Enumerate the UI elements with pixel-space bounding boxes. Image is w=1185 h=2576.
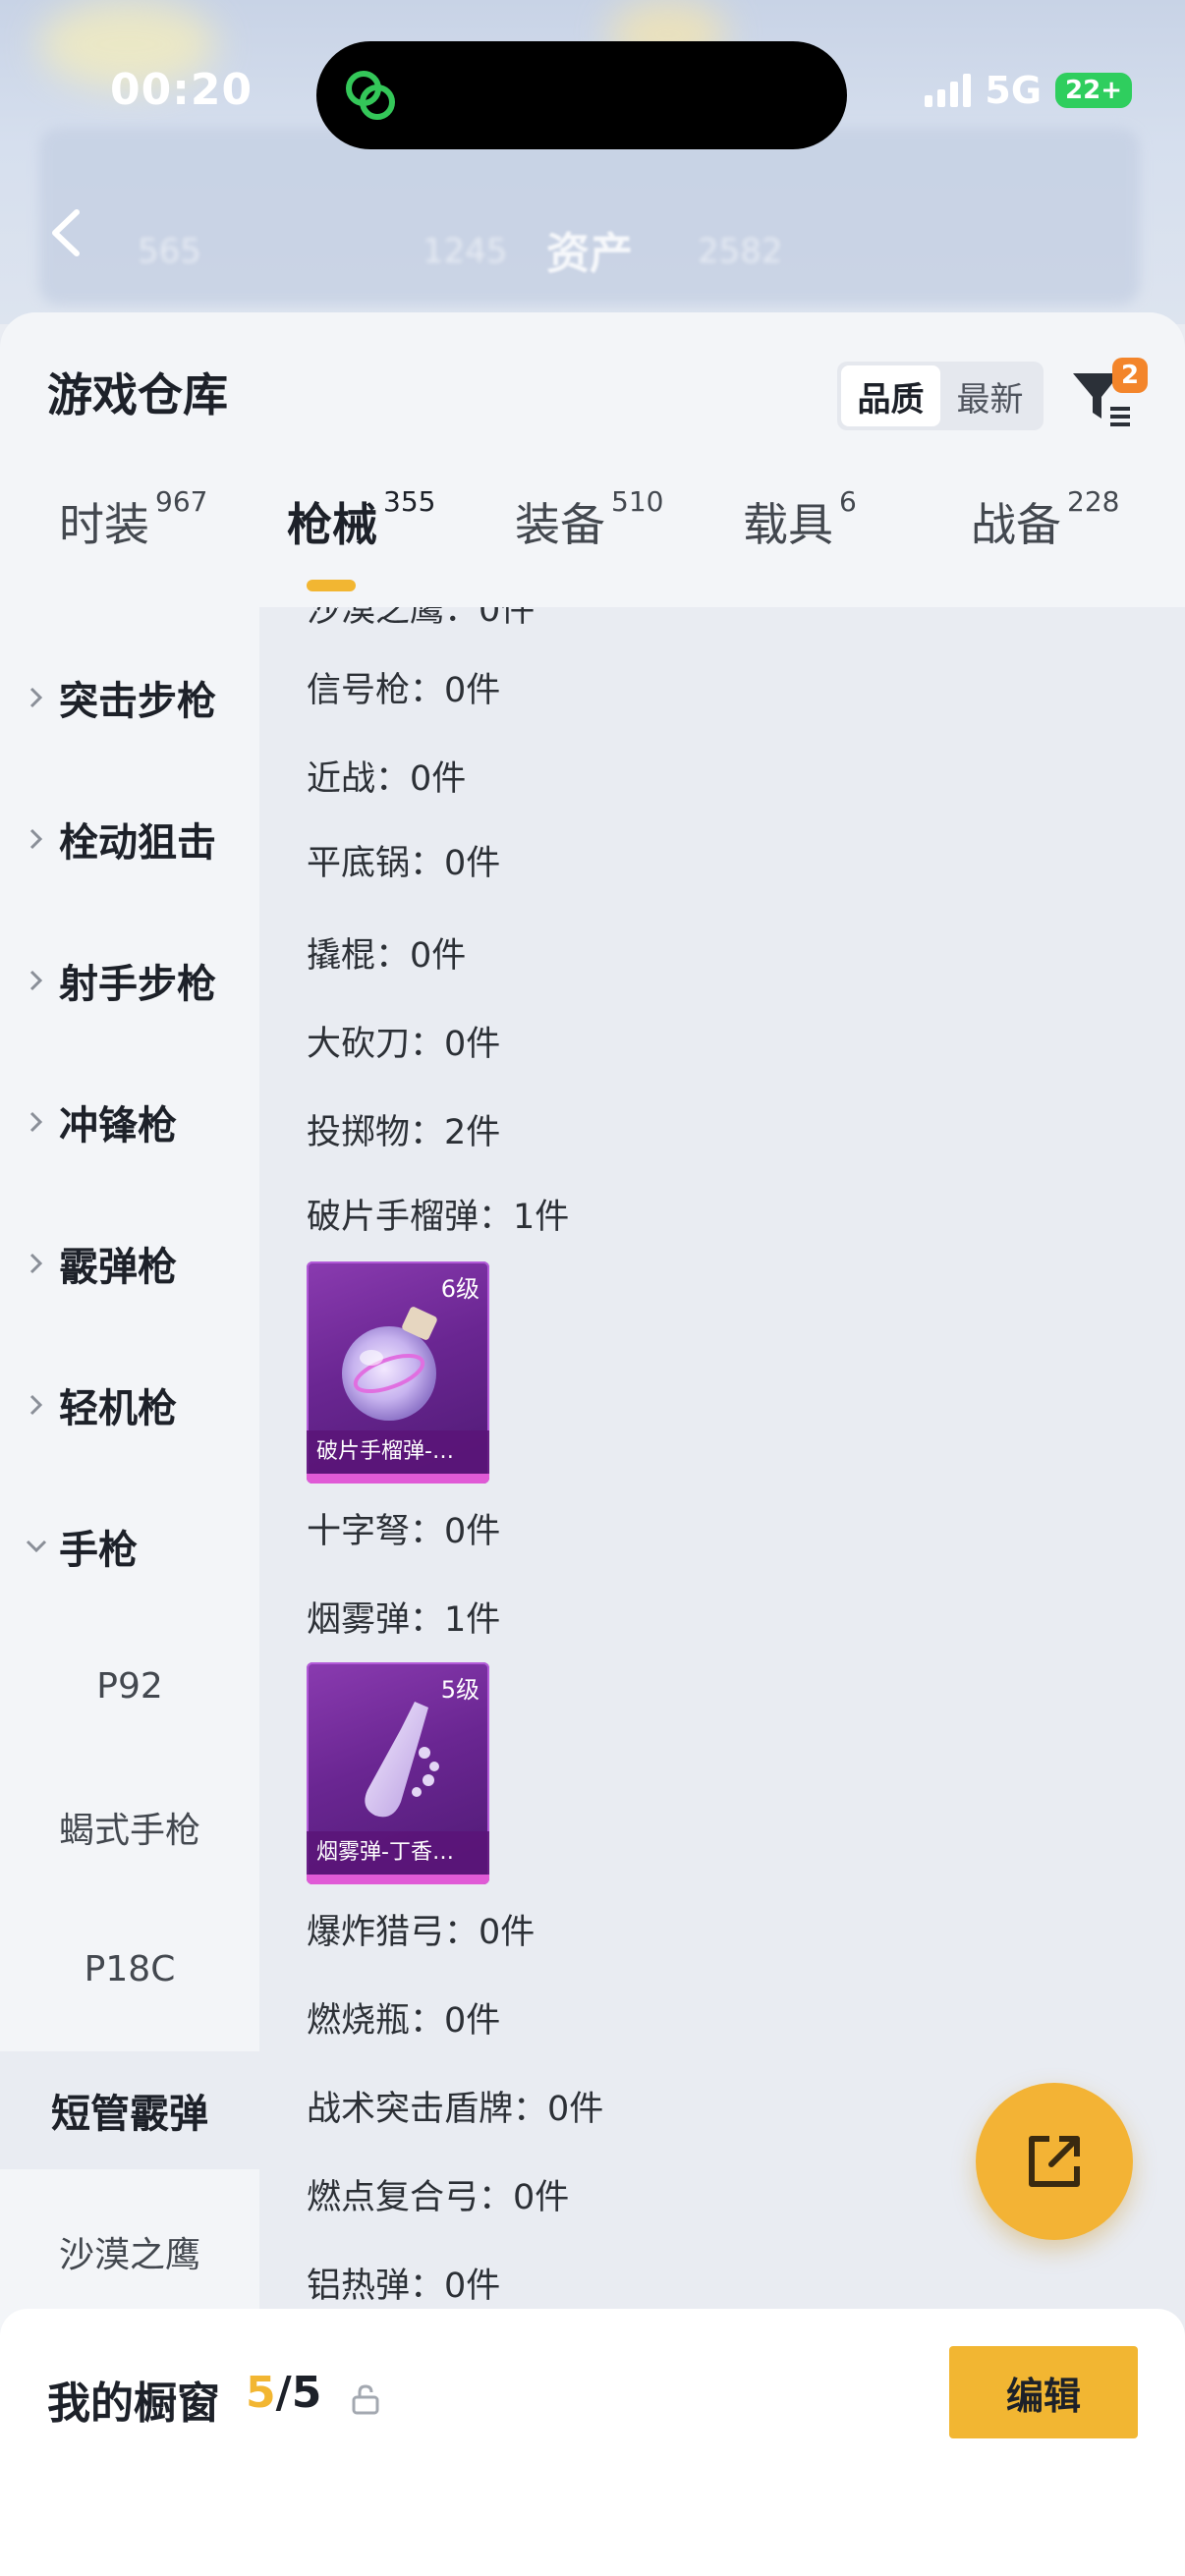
sidebar-sub-desert-eagle[interactable]: 沙漠之鹰 xyxy=(0,2193,259,2311)
sort-newest-button[interactable]: 最新 xyxy=(940,365,1040,426)
dynamic-island xyxy=(316,41,847,149)
item-card-smoke-grenade[interactable]: 5级 烟雾弹-丁香… xyxy=(307,1662,489,1884)
list-item: 战术突击盾牌：0件 xyxy=(307,2090,604,2129)
sidebar-item-label: 栓动狙击 xyxy=(59,820,216,866)
sidebar-item-assault-rifle[interactable]: 突击步枪 xyxy=(0,648,259,747)
status-time: 00:20 xyxy=(110,65,254,115)
list-item: 燃点复合弓：0件 xyxy=(307,2178,570,2217)
chevron-right-icon xyxy=(29,687,43,708)
tab-supplies[interactable]: 战备 228 xyxy=(971,485,1119,554)
signal-icon xyxy=(925,74,972,107)
rarity-bar xyxy=(307,1474,489,1484)
warehouse-sheet: 游戏仓库 品质 最新 2 时装 967 枪械 355 装备 510 载具 6 战… xyxy=(0,312,1185,2576)
list-item: 燃烧瓶：0件 xyxy=(307,2001,501,2041)
network-type: 5G xyxy=(985,69,1043,112)
tab-count: 355 xyxy=(383,485,436,518)
sidebar-item-dmr[interactable]: 射手步枪 xyxy=(0,931,259,1030)
share-external-icon xyxy=(1029,2136,1080,2187)
sidebar-item-pistol[interactable]: 手枪 xyxy=(0,1497,259,1596)
sidebar-item-lmg[interactable]: 轻机枪 xyxy=(0,1356,259,1454)
list-item: 信号枪：0件 xyxy=(307,671,501,710)
category-tabs: 时装 967 枪械 355 装备 510 载具 6 战备 228 xyxy=(0,485,1185,588)
lock-icon xyxy=(352,2384,379,2415)
sort-quality-button[interactable]: 品质 xyxy=(841,365,940,426)
active-tab-indicator xyxy=(307,580,356,591)
tab-fashion[interactable]: 时装 967 xyxy=(59,485,207,554)
sidebar-item-label: 霰弹枪 xyxy=(59,1245,177,1290)
smoke-grenade-icon xyxy=(365,1702,439,1818)
tab-equipment[interactable]: 装备 510 xyxy=(515,485,663,554)
list-item: 破片手榴弹：1件 xyxy=(307,1198,570,1237)
tab-count: 6 xyxy=(839,485,857,518)
tab-firearms[interactable]: 枪械 355 xyxy=(287,485,435,554)
frag-grenade-icon xyxy=(342,1307,437,1421)
sidebar-sub-skorpion[interactable]: 蝎式手枪 xyxy=(0,1768,259,1886)
sidebar-sub-p18c[interactable]: P18C xyxy=(0,1910,259,2028)
sidebar-item-shotgun[interactable]: 霰弹枪 xyxy=(0,1214,259,1313)
edit-button[interactable]: 编辑 xyxy=(949,2346,1138,2438)
list-item: 铝热弹：0件 xyxy=(307,2267,501,2306)
rarity-bar xyxy=(307,1875,489,1884)
chevron-right-icon xyxy=(29,1111,43,1133)
link-app-icon xyxy=(346,71,395,120)
list-item: 沙漠之鹰：0件 xyxy=(307,607,536,630)
sidebar-item-label: 冲锋枪 xyxy=(59,1103,177,1148)
sidebar-item-smg[interactable]: 冲锋枪 xyxy=(0,1073,259,1171)
chevron-right-icon xyxy=(29,828,43,850)
status-indicators: 5G 22+ xyxy=(925,69,1132,112)
showcase-count-total: 5 xyxy=(291,2368,322,2418)
back-icon[interactable] xyxy=(41,206,94,259)
filter-button[interactable]: 2 xyxy=(1069,358,1148,432)
list-item: 投掷物：2件 xyxy=(307,1113,501,1152)
item-list: 沙漠之鹰：0件 信号枪：0件 近战：0件 平底锅：0件 撬棍：0件 大砍刀：0件… xyxy=(259,607,1185,2576)
chevron-right-icon xyxy=(29,970,43,991)
showcase-bar: 我的橱窗 5/5 编辑 xyxy=(0,2309,1185,2576)
sidebar-item-label: 突击步枪 xyxy=(59,679,216,724)
blurred-stat: 565 xyxy=(138,232,201,271)
chevron-right-icon xyxy=(29,1253,43,1274)
tab-count: 228 xyxy=(1067,485,1120,518)
sidebar-item-label: 手枪 xyxy=(59,1528,138,1573)
tab-label: 载具 xyxy=(743,498,833,551)
chevron-right-icon xyxy=(29,1394,43,1416)
item-caption: 破片手榴弹-… xyxy=(307,1430,489,1474)
tab-label: 装备 xyxy=(515,498,605,551)
tab-count: 967 xyxy=(155,485,208,518)
item-card-frag-grenade[interactable]: 6级 破片手榴弹-… xyxy=(307,1261,489,1484)
sidebar-item-label: 轻机枪 xyxy=(59,1386,177,1431)
showcase-count-sep: / xyxy=(275,2368,292,2418)
sidebar-sub-p92[interactable]: P92 xyxy=(0,1627,259,1745)
tab-label: 时装 xyxy=(59,498,149,551)
battery-icon: 22+ xyxy=(1055,73,1132,108)
list-item: 十字弩：0件 xyxy=(307,1512,501,1551)
sidebar-item-label: 射手步枪 xyxy=(59,962,216,1007)
tab-label: 战备 xyxy=(971,498,1061,551)
item-caption: 烟雾弹-丁香… xyxy=(307,1831,489,1875)
list-item: 撬棍：0件 xyxy=(307,936,467,976)
category-sidebar: 突击步枪 栓动狙击 射手步枪 冲锋枪 霰弹枪 轻机枪 手枪 P92 蝎式手枪 P… xyxy=(0,607,259,2576)
showcase-label: 我的橱窗 xyxy=(47,2379,220,2429)
list-item: 平底锅：0件 xyxy=(307,844,501,883)
showcase-count: 5/5 xyxy=(246,2368,321,2418)
tab-count: 510 xyxy=(611,485,664,518)
sidebar-item-bolt-sniper[interactable]: 栓动狙击 xyxy=(0,790,259,888)
list-item: 爆炸猎弓：0件 xyxy=(307,1913,536,1952)
chevron-down-icon xyxy=(26,1540,47,1553)
sheet-title: 游戏仓库 xyxy=(47,368,228,421)
blurred-stat: 1245 xyxy=(423,232,508,271)
blurred-stat: 2582 xyxy=(698,232,783,271)
tab-vehicles[interactable]: 载具 6 xyxy=(743,485,857,554)
tab-label: 枪械 xyxy=(287,498,377,551)
sort-toggle: 品质 最新 xyxy=(837,362,1044,430)
share-button[interactable] xyxy=(976,2083,1133,2240)
list-item: 近战：0件 xyxy=(307,759,467,799)
showcase-count-current: 5 xyxy=(246,2368,276,2418)
list-item: 烟雾弹：1件 xyxy=(307,1600,501,1640)
list-item: 大砍刀：0件 xyxy=(307,1025,501,1064)
sidebar-sub-sawed-off[interactable]: 短管霰弹 xyxy=(0,2051,259,2169)
page-title: 资产 xyxy=(546,229,633,279)
filter-badge: 2 xyxy=(1112,358,1148,393)
